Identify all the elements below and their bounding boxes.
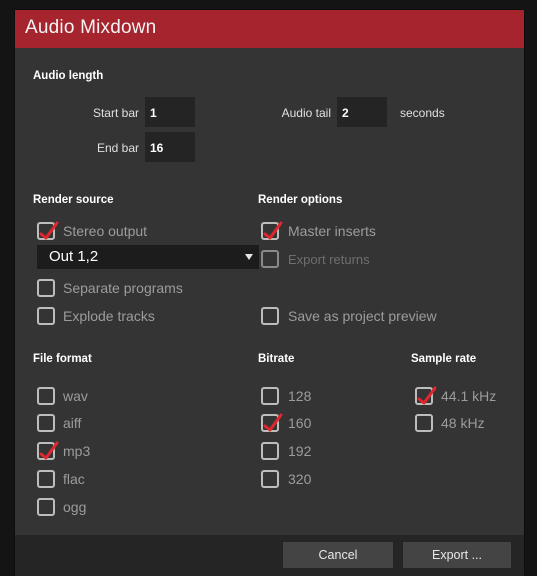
format-ogg-checkbox[interactable] xyxy=(37,498,55,516)
render-options-heading: Render options xyxy=(258,194,343,206)
audio-mixdown-dialog: Audio Mixdown Audio length Start bar 1 A… xyxy=(14,9,525,576)
chevron-down-icon xyxy=(245,254,253,260)
bitrate-heading: Bitrate xyxy=(258,353,295,365)
explode-tracks-label: Explode tracks xyxy=(63,308,155,324)
format-aiff-checkbox[interactable] xyxy=(37,414,55,432)
start-bar-label: Start bar xyxy=(92,106,139,120)
format-mp3-label: mp3 xyxy=(63,443,91,459)
audio-tail-label: Audio tail xyxy=(281,106,331,120)
export-returns-label: Export returns xyxy=(288,252,370,267)
check-icon xyxy=(263,221,283,240)
dialog-footer: Cancel Export ... xyxy=(15,535,524,576)
export-returns-checkbox[interactable] xyxy=(261,250,279,268)
sample-rate-48-label: 48 kHz xyxy=(441,415,485,431)
cancel-button[interactable]: Cancel xyxy=(283,542,393,568)
master-inserts-label: Master inserts xyxy=(288,223,376,239)
format-wav-checkbox[interactable] xyxy=(37,387,55,405)
save-preview-label: Save as project preview xyxy=(288,308,437,324)
end-bar-field[interactable]: 16 xyxy=(145,132,195,162)
bitrate-192-checkbox[interactable] xyxy=(261,442,279,460)
audio-tail-field[interactable]: 2 xyxy=(337,97,387,127)
check-icon xyxy=(417,386,437,405)
separate-programs-label: Separate programs xyxy=(63,280,183,296)
bitrate-192-label: 192 xyxy=(288,443,312,459)
title-bar: Audio Mixdown xyxy=(15,10,524,48)
stereo-output-label: Stereo output xyxy=(63,223,148,239)
output-select[interactable]: Out 1,2 xyxy=(37,245,259,269)
bitrate-160-checkbox[interactable] xyxy=(261,413,283,432)
explode-tracks-checkbox[interactable] xyxy=(37,307,55,325)
separate-programs-checkbox[interactable] xyxy=(37,279,55,297)
bitrate-320-checkbox[interactable] xyxy=(261,470,279,488)
master-inserts-checkbox[interactable] xyxy=(261,221,283,240)
sample-rate-48-checkbox[interactable] xyxy=(415,414,433,432)
start-bar-field[interactable]: 1 xyxy=(145,97,195,127)
check-icon xyxy=(263,413,283,432)
save-preview-checkbox[interactable] xyxy=(261,307,279,325)
format-ogg-label: ogg xyxy=(63,499,87,515)
bitrate-128-label: 128 xyxy=(288,388,312,404)
dialog-title: Audio Mixdown xyxy=(25,17,157,38)
stereo-output-checkbox[interactable] xyxy=(37,221,59,240)
format-mp3-checkbox[interactable] xyxy=(37,441,59,460)
render-source-heading: Render source xyxy=(33,194,114,206)
end-bar-label: End bar xyxy=(96,141,139,155)
format-wav-label: wav xyxy=(63,388,88,404)
sample-rate-heading: Sample rate xyxy=(411,353,477,365)
bitrate-320-label: 320 xyxy=(288,471,312,487)
check-icon xyxy=(39,441,59,460)
sample-rate-44-1-checkbox[interactable] xyxy=(415,386,437,405)
output-select-value: Out 1,2 xyxy=(49,248,99,265)
sample-rate-44-1-label: 44.1 kHz xyxy=(441,388,497,404)
audio-length-heading: Audio length xyxy=(33,70,104,82)
format-flac-label: flac xyxy=(63,471,85,487)
file-format-heading: File format xyxy=(33,353,92,365)
format-flac-checkbox[interactable] xyxy=(37,470,55,488)
bitrate-128-checkbox[interactable] xyxy=(261,387,279,405)
check-icon xyxy=(39,221,59,240)
export-button[interactable]: Export ... xyxy=(403,542,511,568)
audio-tail-unit: seconds xyxy=(400,106,445,120)
bitrate-160-label: 160 xyxy=(288,415,312,431)
format-aiff-label: aiff xyxy=(63,415,82,431)
